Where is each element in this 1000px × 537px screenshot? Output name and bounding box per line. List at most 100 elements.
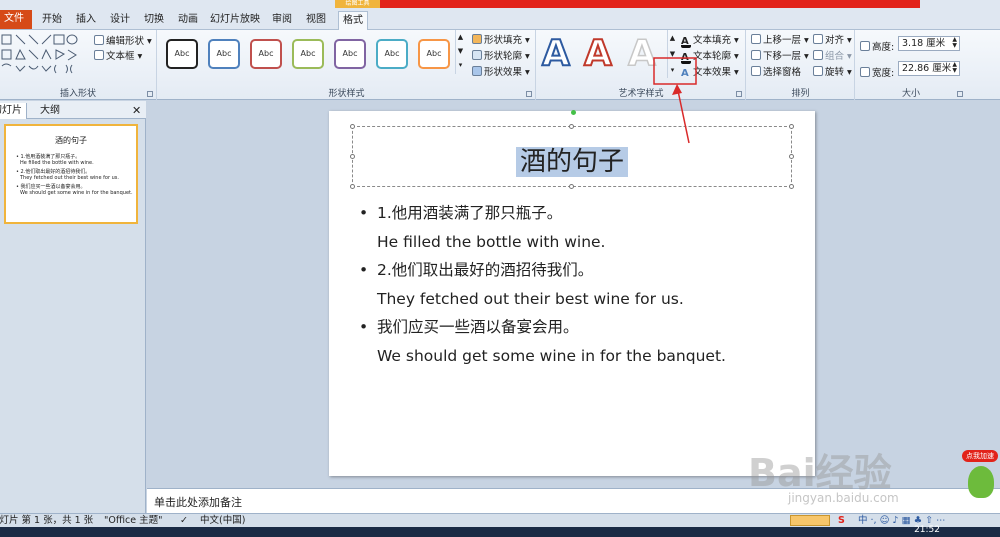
shape-style-option[interactable]: Abc: [166, 39, 198, 69]
shape-style-option[interactable]: Abc: [208, 39, 240, 69]
bullet-subtext[interactable]: He filled the bottle with wine.: [357, 228, 807, 257]
text-fill-icon: A: [681, 37, 691, 48]
tab-slides[interactable]: 幻灯片: [0, 103, 27, 119]
group-size: 高度: 3.18 厘米 ▲ ▼ 宽度: 22.86 厘米 ▲ ▼ 大小: [856, 30, 966, 100]
clock: 21:52: [914, 525, 940, 535]
shape-fill-button[interactable]: 形状填充 ▾: [472, 32, 530, 46]
shape-style-option[interactable]: Abc: [250, 39, 282, 69]
bring-forward-icon: [751, 34, 761, 44]
resize-handle[interactable]: [350, 124, 355, 129]
content-placeholder[interactable]: 1.他用酒装满了那只瓶子。 He filled the bottle with …: [357, 199, 807, 370]
height-icon: [860, 41, 870, 51]
shape-style-option[interactable]: Abc: [334, 39, 366, 69]
resize-handle[interactable]: [569, 124, 574, 129]
shape-effects-button[interactable]: 形状效果 ▾: [472, 64, 530, 78]
resize-handle[interactable]: [350, 184, 355, 189]
slides-panel-tabs: 幻灯片 大纲 ✕: [0, 101, 146, 119]
send-backward-button[interactable]: 下移一层 ▾: [751, 48, 809, 62]
spellcheck-icon[interactable]: ✓: [180, 514, 188, 527]
notes-placeholder[interactable]: 单击此处添加备注: [154, 494, 242, 510]
selection-pane-icon: [751, 66, 761, 76]
height-input[interactable]: 3.18 厘米 ▲ ▼: [898, 36, 960, 51]
wordart-style-blue[interactable]: A: [541, 32, 571, 75]
thumbnail-title: 酒的句子: [55, 136, 87, 145]
edit-shape-button[interactable]: 编辑形状 ▾: [94, 33, 152, 47]
resize-handle[interactable]: [789, 184, 794, 189]
align-icon: [813, 34, 823, 44]
resize-handle[interactable]: [569, 184, 574, 189]
tab-format[interactable]: 格式: [338, 11, 368, 30]
bullet-item[interactable]: 1.他用酒装满了那只瓶子。: [357, 199, 807, 228]
shape-style-option[interactable]: Abc: [292, 39, 324, 69]
view-buttons[interactable]: [790, 515, 830, 526]
slide-title[interactable]: 酒的句子: [353, 141, 791, 178]
text-effects-button[interactable]: A 文本效果 ▾: [681, 64, 739, 79]
bring-forward-button[interactable]: 上移一层 ▾: [751, 32, 809, 46]
group-label-arrange: 排列: [791, 89, 810, 99]
tab-file[interactable]: 文件: [0, 10, 32, 29]
width-icon: [860, 67, 870, 77]
send-backward-icon: [751, 50, 761, 60]
group-button[interactable]: 组合 ▾: [813, 48, 852, 62]
slide-thumbnail[interactable]: 酒的句子 • 1.他用酒装满了那只瓶子。 He filled the bottl…: [4, 124, 138, 224]
speedup-badge[interactable]: 点我加速: [962, 450, 998, 502]
bullet-subtext[interactable]: They fetched out their best wine for us.: [357, 285, 807, 314]
slide-counter: 幻灯片 第 1 张，共 1 张: [0, 515, 94, 526]
shape-fill-icon: [472, 34, 482, 44]
rotate-icon: [813, 66, 823, 76]
theme-name[interactable]: "Office 主题": [104, 514, 163, 527]
shape-styles-launcher[interactable]: [526, 91, 532, 97]
drawing-tools-contextual-tab: 绘图工具: [335, 0, 380, 8]
close-icon[interactable]: ✕: [128, 103, 145, 119]
text-fill-button[interactable]: A 文本填充 ▾: [681, 32, 739, 48]
tab-outline[interactable]: 大纲: [36, 103, 64, 119]
thumbnail-line: • 2.他们取出最好的酒招待我们。: [16, 169, 91, 175]
text-box-icon: [94, 50, 104, 60]
rotation-handle[interactable]: [571, 110, 576, 115]
shape-style-option[interactable]: Abc: [376, 39, 408, 69]
wordart-gallery-scroll[interactable]: ▲ ▼ ▾: [667, 30, 677, 78]
height-label: 高度:: [860, 39, 894, 53]
group-label-insert-shapes: 插入形状: [59, 89, 96, 99]
tab-slideshow[interactable]: 幻灯片放映: [206, 11, 264, 30]
shape-style-option[interactable]: Abc: [418, 39, 450, 69]
language-indicator[interactable]: 中文(中国): [200, 514, 245, 527]
group-label-shape-styles: 形状样式: [328, 89, 365, 99]
status-bar: 幻灯片 第 1 张，共 1 张 "Office 主题" ✓ 中文(中国) S 中…: [0, 513, 1000, 527]
text-outline-button[interactable]: A 文本轮廓 ▾: [681, 48, 739, 64]
tab-animations[interactable]: 动画: [174, 11, 202, 30]
resize-handle[interactable]: [789, 124, 794, 129]
group-insert-shapes: 编辑形状 ▾ 文本框 ▾ 插入形状: [0, 30, 157, 100]
tab-transitions[interactable]: 切换: [140, 11, 168, 30]
align-button[interactable]: 对齐 ▾: [813, 32, 852, 46]
tab-review[interactable]: 审阅: [268, 11, 296, 30]
text-box-button[interactable]: 文本框 ▾: [94, 48, 142, 62]
insert-shapes-launcher[interactable]: [147, 91, 153, 97]
thumbnail-line: • 我们应买一些酒以备宴会用。: [16, 184, 86, 190]
group-label-wordart-styles: 艺术字样式: [618, 89, 664, 99]
tab-design[interactable]: 设计: [106, 11, 134, 30]
bullet-subtext[interactable]: We should get some wine in for the banqu…: [357, 342, 807, 371]
ime-icon[interactable]: S: [838, 514, 845, 527]
shapes-gallery[interactable]: [0, 33, 90, 77]
wordart-style-gray[interactable]: A: [627, 32, 656, 75]
selection-pane-button[interactable]: 选择窗格: [751, 64, 801, 78]
rotate-button[interactable]: 旋转 ▾: [813, 64, 852, 78]
bullet-item[interactable]: 2.他们取出最好的酒招待我们。: [357, 256, 807, 285]
slide-canvas[interactable]: 酒的句子 1.他用酒装满了那只瓶子。 He filled the bottle …: [329, 110, 815, 476]
title-placeholder[interactable]: 酒的句子: [350, 110, 794, 189]
window-controls[interactable]: [920, 0, 1000, 8]
wordart-style-red[interactable]: A: [583, 32, 613, 75]
size-launcher[interactable]: [957, 91, 963, 97]
bullet-item[interactable]: 我们应买一些酒以备宴会用。: [357, 313, 807, 342]
group-shape-styles: Abc Abc Abc Abc Abc Abc Abc ▲ ▼ ▾ 形状填充 ▾ 形状轮廓 ▾ …: [158, 30, 536, 100]
wordart-styles-launcher[interactable]: [736, 91, 742, 97]
shape-style-gallery-scroll[interactable]: ▲ ▼ ▾: [455, 30, 465, 74]
tab-view[interactable]: 视图: [302, 11, 330, 30]
width-input[interactable]: 22.86 厘米 ▲ ▼: [898, 61, 960, 76]
tab-insert[interactable]: 插入: [72, 11, 100, 30]
baidu-watermark: Bai经验: [748, 451, 892, 495]
group-icon: [813, 50, 823, 60]
shape-outline-button[interactable]: 形状轮廓 ▾: [472, 48, 530, 62]
tab-home[interactable]: 开始: [38, 11, 66, 30]
